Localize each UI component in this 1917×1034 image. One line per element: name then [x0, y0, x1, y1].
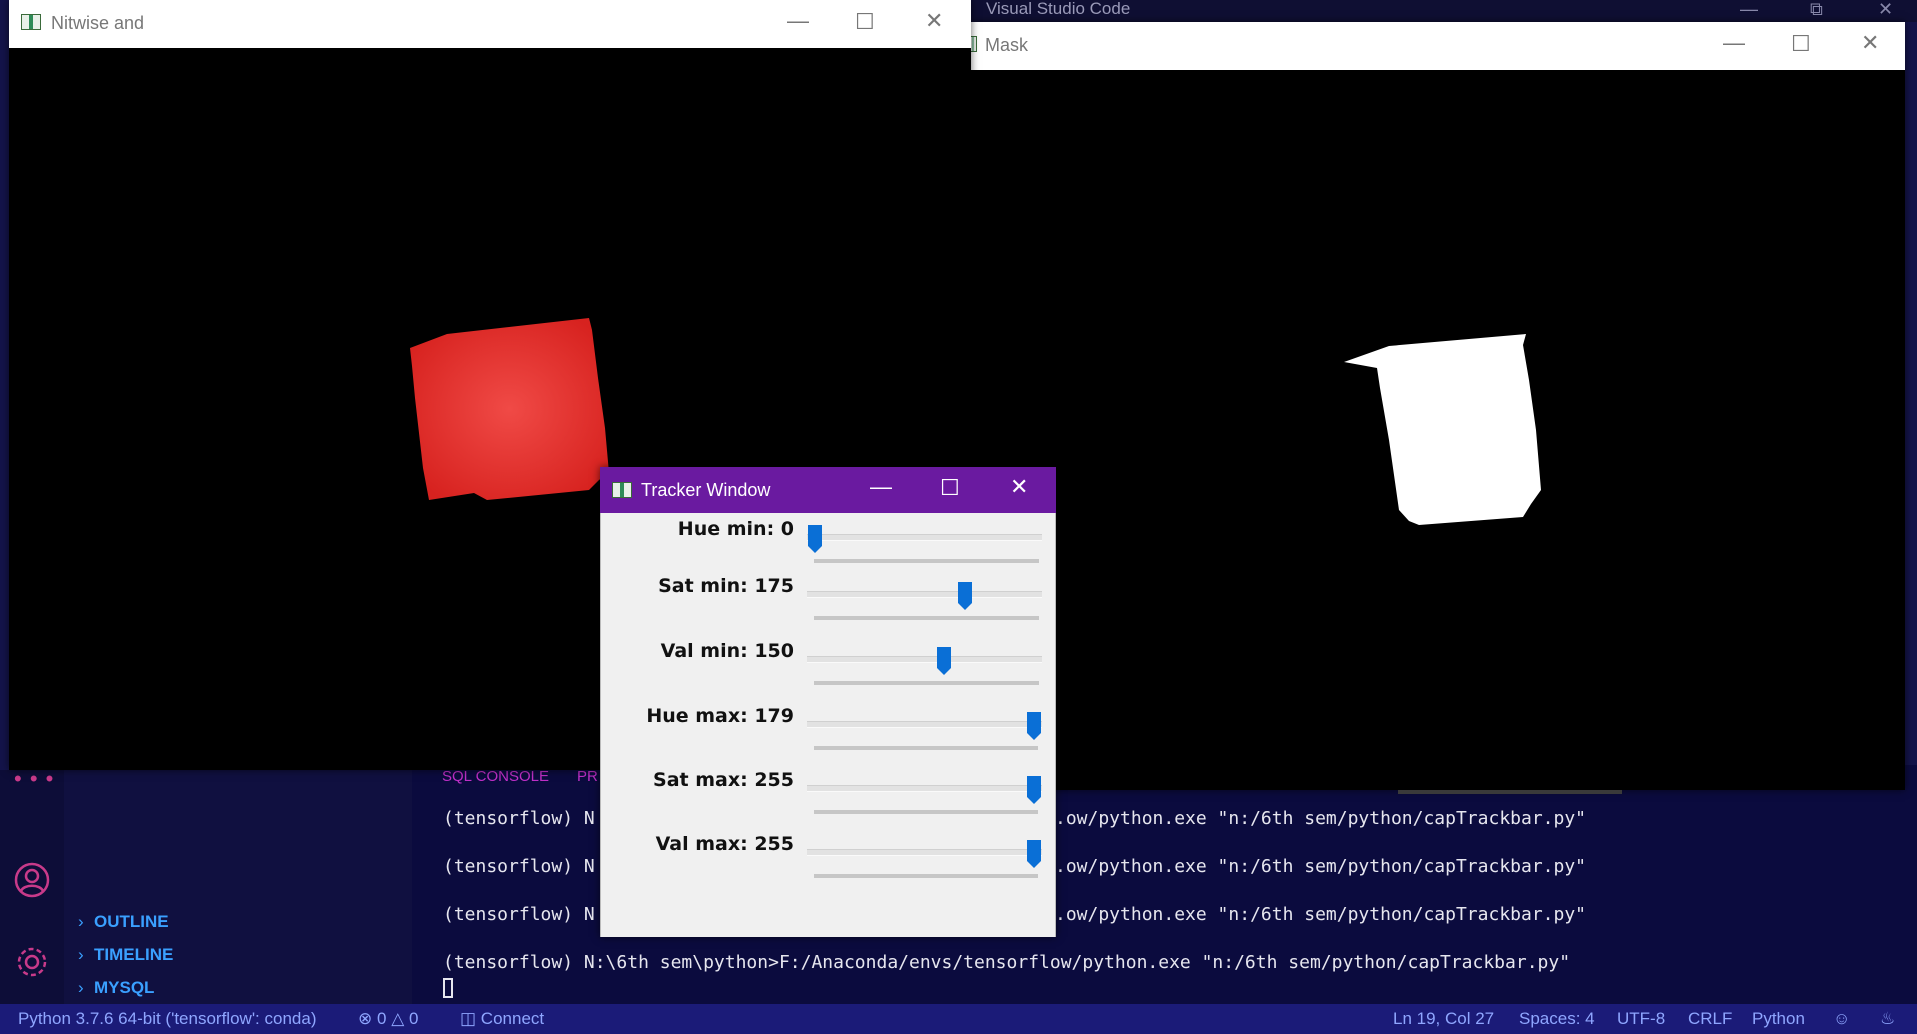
feedback-icon[interactable]: ☺ [1833, 1004, 1850, 1034]
terminal-line-prefix: (tensorflow) N [443, 808, 595, 829]
trackbar-track[interactable] [807, 721, 1042, 728]
trackbar-row: Hue min: 0 [600, 518, 1056, 582]
indentation[interactable]: Spaces: 4 [1519, 1004, 1595, 1034]
connect-button[interactable]: ◫ Connect [460, 1004, 544, 1034]
trackbar-row: Val max: 255 [600, 833, 1056, 897]
sidebar-item-label: MYSQL [94, 978, 155, 997]
trackbar-track[interactable] [807, 849, 1042, 856]
terminal-line-tail: .ow/python.exe "n:/6th sem/python/capTra… [1055, 904, 1587, 925]
vscode-title: Visual Studio Code [986, 0, 1131, 18]
error-count: 0 [376, 1009, 387, 1028]
account-icon[interactable] [12, 860, 52, 900]
minimize-icon[interactable]: — [870, 474, 892, 500]
trackbar-baseline [814, 746, 1038, 750]
restore-icon[interactable]: ⧉ [1810, 0, 1823, 20]
terminal-cursor[interactable] [443, 978, 453, 998]
trackbar-row: Sat min: 175 [600, 575, 1056, 639]
trackbar-label: Val max: 255 [655, 833, 794, 855]
close-icon[interactable]: ✕ [1861, 30, 1879, 56]
trackbar-baseline [814, 810, 1038, 814]
sidebar-item-label: OUTLINE [94, 912, 169, 931]
trackbar-thumb[interactable] [1026, 775, 1042, 805]
trackbar-baseline [814, 559, 1039, 563]
statusbar: Python 3.7.6 64-bit ('tensorflow': conda… [0, 1004, 1917, 1034]
mask-window-title: Mask [985, 35, 1029, 55]
chevron-right-icon: › [78, 912, 84, 931]
encoding[interactable]: UTF-8 [1617, 1004, 1665, 1034]
close-icon[interactable]: ✕ [925, 8, 943, 34]
trackbar-baseline [814, 874, 1038, 878]
trackbar-label: Sat min: 175 [658, 575, 794, 597]
sidebar-item-label: TIMELINE [94, 945, 174, 964]
trackbar-track[interactable] [807, 591, 1042, 598]
sidebar-item-timeline[interactable]: › TIMELINE [78, 945, 173, 965]
problems-indicator[interactable]: ⊗ 0 △ 0 [358, 1004, 418, 1034]
sidebar-item-outline[interactable]: › OUTLINE [78, 912, 169, 932]
mask-window[interactable]: Mask — ☐ ✕ [969, 22, 1905, 794]
trackbar-thumb[interactable] [807, 524, 823, 554]
python-interpreter[interactable]: Python 3.7.6 64-bit ('tensorflow': conda… [18, 1004, 317, 1034]
chevron-right-icon: › [78, 978, 84, 997]
minimize-icon[interactable]: — [787, 8, 809, 34]
trackbar-baseline [814, 616, 1039, 620]
bell-icon[interactable]: ♨ [1880, 1004, 1895, 1034]
terminal-line-tail: .ow/python.exe "n:/6th sem/python/capTra… [1055, 856, 1587, 877]
cursor-position[interactable]: Ln 19, Col 27 [1393, 1004, 1494, 1034]
trackbar-thumb[interactable] [936, 646, 952, 676]
trackbar-row: Val min: 150 [600, 640, 1056, 704]
mask-image [971, 70, 1905, 790]
close-icon[interactable]: ✕ [1010, 474, 1028, 500]
trackbar-thumb[interactable] [957, 581, 973, 611]
minimize-icon[interactable]: — [1740, 0, 1758, 20]
database-icon: ◫ [460, 1009, 477, 1028]
tracker-titlebar[interactable]: Tracker Window — ☐ ✕ [600, 467, 1056, 513]
panel-tabs: SQL CONSOLE PR [442, 768, 626, 785]
terminal-line-prefix: (tensorflow) N [443, 856, 595, 877]
trackbar-track[interactable] [807, 785, 1042, 792]
warning-icon: △ [391, 1009, 405, 1028]
trackbar-label: Hue min: 0 [677, 518, 794, 540]
trackbar-thumb[interactable] [1026, 839, 1042, 869]
trackbar-track[interactable] [807, 656, 1042, 663]
language-mode[interactable]: Python [1752, 1004, 1805, 1034]
terminal-line: (tensorflow) N:\6th sem\python>F:/Anacon… [443, 952, 1571, 973]
trackbar-track[interactable] [807, 534, 1042, 541]
trackbar-thumb[interactable] [1026, 711, 1042, 741]
scrollbar[interactable] [1398, 790, 1622, 794]
window-app-icon [21, 14, 41, 30]
trackbar-row: Sat max: 255 [600, 769, 1056, 833]
window-app-icon [612, 482, 632, 498]
trackbar-row: Hue max: 179 [600, 705, 1056, 769]
bitwise-and-window-title: Nitwise and [51, 13, 145, 33]
trackbar-label: Sat max: 255 [653, 769, 794, 791]
connect-label: Connect [480, 1009, 545, 1028]
trackbar-baseline [814, 681, 1039, 685]
tab-problems[interactable]: PR [577, 768, 598, 785]
vscode-titlebar: Visual Studio Code — ⧉ ✕ [960, 0, 1917, 22]
trackbar-label: Hue max: 179 [646, 705, 794, 727]
gear-icon[interactable] [12, 942, 52, 982]
maximize-icon[interactable]: ☐ [1791, 31, 1811, 57]
maximize-icon[interactable]: ☐ [940, 475, 960, 501]
minimize-icon[interactable]: — [1723, 30, 1745, 56]
mask-titlebar[interactable]: Mask — ☐ ✕ [969, 22, 1905, 70]
maximize-icon[interactable]: ☐ [855, 9, 875, 35]
chevron-right-icon: › [78, 945, 84, 964]
tab-sql-console[interactable]: SQL CONSOLE [442, 768, 549, 785]
bitwise-and-titlebar[interactable]: Nitwise and — ☐ ✕ [9, 0, 971, 48]
sidebar-item-mysql[interactable]: › MYSQL [78, 978, 154, 998]
error-icon: ⊗ [358, 1009, 373, 1028]
warning-count: 0 [409, 1009, 419, 1028]
tracker-window-title: Tracker Window [641, 480, 771, 500]
trackbar-label: Val min: 150 [660, 640, 794, 662]
tracker-window[interactable]: Tracker Window — ☐ ✕ Hue min: 0 Sat min: … [600, 467, 1056, 937]
close-icon[interactable]: ✕ [1878, 0, 1893, 20]
line-ending[interactable]: CRLF [1688, 1004, 1732, 1034]
terminal-line-tail: .ow/python.exe "n:/6th sem/python/capTra… [1055, 808, 1587, 829]
terminal-line-prefix: (tensorflow) N [443, 904, 595, 925]
